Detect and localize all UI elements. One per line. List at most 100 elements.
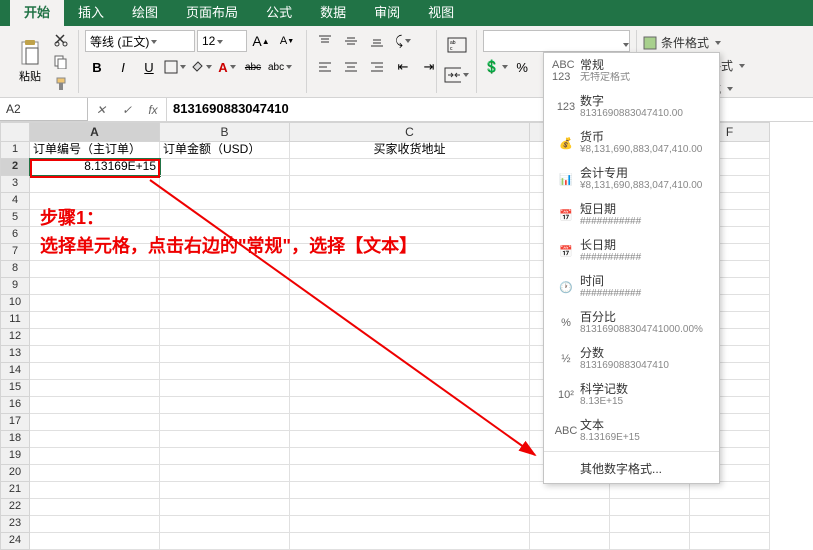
cell[interactable]: 订单编号（主订单） <box>30 142 160 159</box>
cell[interactable] <box>290 278 530 295</box>
font-color-button[interactable]: A <box>215 56 239 78</box>
cell[interactable] <box>160 346 290 363</box>
cell[interactable] <box>530 499 610 516</box>
merge-button[interactable] <box>443 60 470 90</box>
cell[interactable] <box>290 516 530 533</box>
col-header-b[interactable]: B <box>160 122 290 142</box>
cell[interactable] <box>530 516 610 533</box>
row-header[interactable]: 9 <box>0 278 30 295</box>
row-header[interactable]: 11 <box>0 312 30 329</box>
underline-button[interactable]: U <box>137 56 161 78</box>
cell[interactable] <box>290 210 530 227</box>
select-all-corner[interactable] <box>0 122 30 142</box>
copy-button[interactable] <box>50 52 72 72</box>
cell[interactable] <box>610 482 690 499</box>
cell[interactable] <box>160 261 290 278</box>
cell[interactable]: 买家收货地址 <box>290 142 530 159</box>
cell[interactable] <box>290 244 530 261</box>
cell[interactable] <box>30 278 160 295</box>
row-header[interactable]: 23 <box>0 516 30 533</box>
decrease-font-button[interactable]: A▼ <box>275 30 299 52</box>
format-option-fraction[interactable]: ½分数8131690883047410 <box>544 341 719 377</box>
border-button[interactable] <box>163 56 187 78</box>
cell[interactable] <box>290 482 530 499</box>
italic-button[interactable]: I <box>111 56 135 78</box>
cell[interactable] <box>30 380 160 397</box>
align-right-button[interactable] <box>365 56 389 78</box>
cell[interactable] <box>160 159 290 176</box>
cell[interactable] <box>290 431 530 448</box>
align-top-button[interactable] <box>313 30 337 52</box>
format-option-number[interactable]: 123数字8131690883047410.00 <box>544 89 719 125</box>
increase-font-button[interactable]: A▲ <box>249 30 273 52</box>
cell-selected[interactable]: 8.13169E+15 <box>30 159 160 176</box>
cell[interactable] <box>290 193 530 210</box>
cell[interactable] <box>290 397 530 414</box>
row-header[interactable]: 14 <box>0 363 30 380</box>
cell[interactable] <box>160 329 290 346</box>
row-header[interactable]: 24 <box>0 533 30 550</box>
cell[interactable] <box>610 533 690 550</box>
cell[interactable] <box>30 329 160 346</box>
cell[interactable] <box>290 227 530 244</box>
cell[interactable] <box>690 482 770 499</box>
conditional-format-button[interactable]: 条件格式 <box>641 32 747 53</box>
cell[interactable] <box>290 295 530 312</box>
cell[interactable] <box>30 363 160 380</box>
cell[interactable] <box>30 465 160 482</box>
fx-button[interactable]: fx <box>140 99 166 121</box>
cell[interactable] <box>610 516 690 533</box>
cell[interactable] <box>30 261 160 278</box>
align-left-button[interactable] <box>313 56 337 78</box>
cell[interactable] <box>160 397 290 414</box>
row-header[interactable]: 1 <box>0 142 30 159</box>
font-size-select[interactable]: 12 <box>197 30 247 52</box>
cell[interactable] <box>160 380 290 397</box>
cell[interactable] <box>290 329 530 346</box>
format-option-time[interactable]: 🕐时间########### <box>544 269 719 305</box>
row-header[interactable]: 22 <box>0 499 30 516</box>
orientation-button[interactable]: ⤹ <box>391 30 415 52</box>
cell[interactable] <box>30 312 160 329</box>
cell[interactable] <box>30 193 160 210</box>
tab-insert[interactable]: 插入 <box>64 0 118 26</box>
cell[interactable] <box>690 499 770 516</box>
cell[interactable] <box>30 244 160 261</box>
cell[interactable] <box>290 380 530 397</box>
cell[interactable] <box>690 533 770 550</box>
tab-home[interactable]: 开始 <box>10 0 64 26</box>
fill-color-button[interactable] <box>189 56 213 78</box>
cell[interactable] <box>30 414 160 431</box>
cell[interactable] <box>290 533 530 550</box>
cell[interactable] <box>160 295 290 312</box>
cell[interactable] <box>30 397 160 414</box>
col-header-c[interactable]: C <box>290 122 530 142</box>
decrease-indent-button[interactable]: ⇤ <box>391 56 415 78</box>
font-name-select[interactable]: 等线 (正文) <box>85 30 195 52</box>
row-header[interactable]: 5 <box>0 210 30 227</box>
tab-view[interactable]: 视图 <box>414 0 468 26</box>
row-header[interactable]: 6 <box>0 227 30 244</box>
cell[interactable] <box>160 533 290 550</box>
cell[interactable] <box>160 278 290 295</box>
cell[interactable] <box>160 448 290 465</box>
cell[interactable] <box>290 448 530 465</box>
row-header[interactable]: 7 <box>0 244 30 261</box>
align-middle-button[interactable] <box>339 30 363 52</box>
cancel-button[interactable]: ✕ <box>88 99 114 121</box>
cell[interactable] <box>30 431 160 448</box>
row-header[interactable]: 15 <box>0 380 30 397</box>
cell[interactable] <box>690 516 770 533</box>
cell[interactable] <box>290 465 530 482</box>
cell[interactable] <box>290 414 530 431</box>
cell[interactable] <box>30 448 160 465</box>
cell[interactable] <box>160 363 290 380</box>
format-option-percent[interactable]: %百分比813169088304741000.00% <box>544 305 719 341</box>
cell[interactable] <box>160 312 290 329</box>
cell[interactable] <box>160 516 290 533</box>
cell[interactable] <box>610 499 690 516</box>
number-format-select[interactable] <box>483 30 630 52</box>
cell[interactable] <box>160 193 290 210</box>
cell[interactable] <box>160 465 290 482</box>
enter-button[interactable]: ✓ <box>114 99 140 121</box>
